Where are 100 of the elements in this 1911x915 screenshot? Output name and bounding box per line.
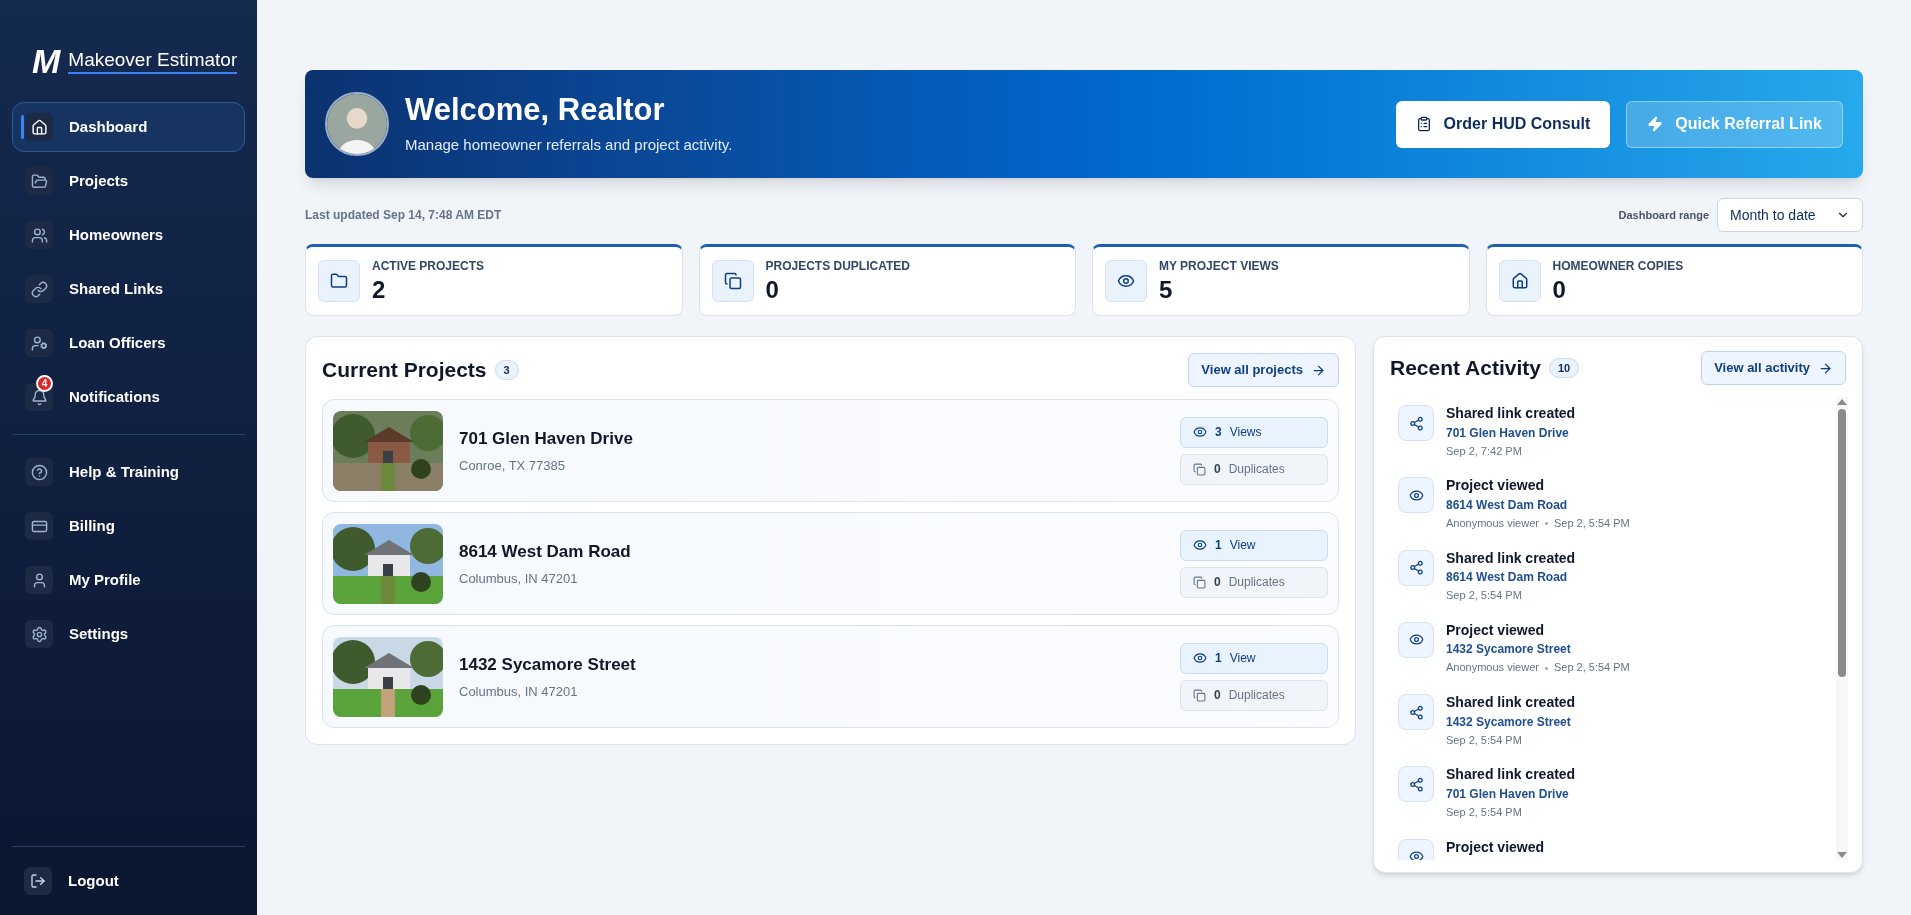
project-link[interactable]: 701 Glen Haven Drive — [1446, 425, 1576, 441]
stat-label: HOMEOWNER COPIES — [1552, 258, 1684, 275]
home-icon — [30, 118, 48, 136]
project-link[interactable]: 1432 Sycamore Street — [1446, 642, 1630, 658]
stat-value: 0 — [1552, 275, 1567, 305]
project-link[interactable]: 8614 West Dam Road — [1446, 497, 1630, 513]
logout-button[interactable]: Logout — [12, 859, 245, 903]
scrollbar[interactable] — [1836, 397, 1848, 860]
logo-mark: M — [32, 44, 61, 78]
eye-icon — [1408, 849, 1424, 860]
project-row[interactable]: 8614 West Dam Road Columbus, IN 47201 1 View 0 Duplicates — [322, 512, 1339, 615]
range-label: Dashboard range — [1618, 207, 1709, 223]
activity-title: Project viewed — [1446, 621, 1546, 640]
share-icon — [1408, 776, 1424, 792]
duplicates-label: Duplicates — [1228, 461, 1285, 478]
clipboard-icon — [1415, 116, 1432, 132]
duplicates-chip: 0 Duplicates — [1180, 679, 1328, 711]
eye-icon — [1408, 632, 1424, 648]
arrow-right-icon — [1818, 360, 1833, 376]
brand-name: Makeover Estimator — [68, 48, 238, 74]
activity-title: Shared link created — [1446, 549, 1576, 567]
share-icon — [1408, 560, 1424, 575]
nav-item[interactable]: Help & Training — [12, 447, 245, 497]
eye-icon — [1193, 538, 1207, 552]
activity-time: Sep 2, 5:54 PM — [1553, 516, 1630, 531]
stat-label: PROJECTS DUPLICATED — [765, 258, 910, 275]
welcome-subtitle: Manage homeowner referrals and project activity. — [405, 135, 734, 156]
folder-icon — [30, 172, 48, 190]
viewer-text: Anonymous viewer — [1446, 516, 1539, 531]
activity-item[interactable]: Project viewed 8614 West Dam Road Anonymous viewer Sep 2, 5:54 PM — [1398, 477, 1836, 531]
project-city: Columbus, IN 47201 — [459, 682, 579, 701]
nav-item[interactable]: Projects — [12, 156, 245, 206]
project-row[interactable]: 1432 Sycamore Street Columbus, IN 47201 1 View 0 Duplicates — [322, 625, 1339, 728]
activity-title: Project viewed — [1446, 838, 1545, 856]
project-link[interactable]: 8614 West Dam Road — [1446, 570, 1576, 585]
link-icon — [30, 280, 48, 298]
activity-item[interactable]: Shared link created 701 Glen Haven Drive Sep 2, 7:42 PM — [1398, 405, 1836, 459]
settings-icon — [30, 625, 48, 643]
activity-item[interactable]: Project viewed — [1398, 838, 1836, 860]
activity-time: Sep 2, 5:54 PM — [1446, 805, 1522, 820]
arrow-right-icon — [1311, 362, 1326, 378]
project-row[interactable]: 701 Glen Haven Drive Conroe, TX 77385 3 Views 0 Duplicates — [322, 399, 1339, 502]
users-icon — [30, 226, 48, 244]
count-badge: 10 — [1548, 357, 1580, 379]
activity-time: Sep 2, 7:42 PM — [1446, 444, 1522, 459]
views-label: View — [1229, 650, 1256, 667]
nav-item[interactable]: Homeowners — [12, 210, 245, 260]
activity-item[interactable]: Shared link created 701 Glen Haven Drive Sep 2, 5:54 PM — [1398, 766, 1836, 820]
logout-icon — [30, 873, 46, 889]
view-all-projects-button[interactable]: View all projects — [1188, 353, 1339, 387]
nav-item[interactable]: Loan Officers — [12, 318, 245, 368]
nav-item[interactable]: My Profile — [12, 555, 245, 605]
activity-item[interactable]: Shared link created 8614 West Dam Road Sep 2, 5:54 PM — [1398, 549, 1836, 603]
views-chip: 1 View — [1180, 529, 1328, 561]
help-icon — [30, 463, 48, 481]
activity-item[interactable]: Shared link created 1432 Sycamore Street Sep 2, 5:54 PM — [1398, 694, 1836, 748]
eye-icon — [1408, 487, 1424, 503]
project-address: 701 Glen Haven Drive — [459, 428, 634, 450]
copy-icon — [723, 272, 742, 290]
folder-icon — [330, 272, 348, 290]
views-label: Views — [1229, 424, 1262, 441]
stat-label: MY PROJECT VIEWS — [1159, 258, 1279, 275]
eye-icon — [1193, 425, 1207, 439]
activity-time: Sep 2, 5:54 PM — [1446, 733, 1522, 748]
activity-item[interactable]: Project viewed 1432 Sycamore Street Anonymous viewer Sep 2, 5:54 PM — [1398, 621, 1836, 675]
notification-badge: 4 — [36, 375, 53, 392]
project-city: Columbus, IN 47201 — [459, 569, 579, 588]
project-city: Conroe, TX 77385 — [459, 456, 566, 475]
last-updated-text: Last updated Sep 14, 7:48 AM EDT — [305, 207, 502, 224]
duplicates-chip: 0 Duplicates — [1180, 453, 1328, 485]
duplicates-label: Duplicates — [1228, 574, 1285, 591]
activity-title: Project viewed — [1446, 477, 1546, 495]
view-all-activity-button[interactable]: View all activity — [1701, 351, 1846, 385]
stat-label: ACTIVE PROJECTS — [372, 258, 485, 275]
nav-item[interactable]: 4 Notifications — [12, 372, 245, 422]
views-label: View — [1229, 537, 1256, 554]
nav-item[interactable]: Billing — [12, 501, 245, 551]
copy-icon — [1193, 462, 1206, 476]
stat-value: 0 — [765, 275, 780, 305]
count-badge: 3 — [494, 359, 519, 381]
nav-item[interactable]: Dashboard — [12, 102, 245, 152]
nav-item[interactable]: Settings — [12, 609, 245, 659]
share-icon — [1408, 704, 1424, 720]
range-select[interactable]: Month to date — [1717, 198, 1863, 232]
stat-value: 5 — [1159, 275, 1174, 305]
house-icon — [1510, 272, 1529, 290]
order-consult-button[interactable]: Order HUD Consult — [1395, 100, 1611, 148]
activity-time: Sep 2, 5:54 PM — [1446, 589, 1522, 603]
views-chip: 3 Views — [1180, 416, 1328, 448]
bell-icon — [30, 388, 48, 406]
project-link[interactable]: 701 Glen Haven Drive — [1446, 786, 1576, 802]
share-icon — [1408, 415, 1424, 431]
copy-icon — [1193, 575, 1206, 589]
project-link[interactable]: 1432 Sycamore Street — [1446, 714, 1576, 730]
lightning-icon — [1647, 116, 1664, 132]
nav-item[interactable]: Shared Links — [12, 264, 245, 314]
welcome-title: Welcome, Realtor — [405, 91, 666, 130]
stat-value: 2 — [372, 275, 387, 305]
activity-title: Shared link created — [1446, 405, 1576, 423]
panel-title: Current Projects — [322, 357, 487, 384]
